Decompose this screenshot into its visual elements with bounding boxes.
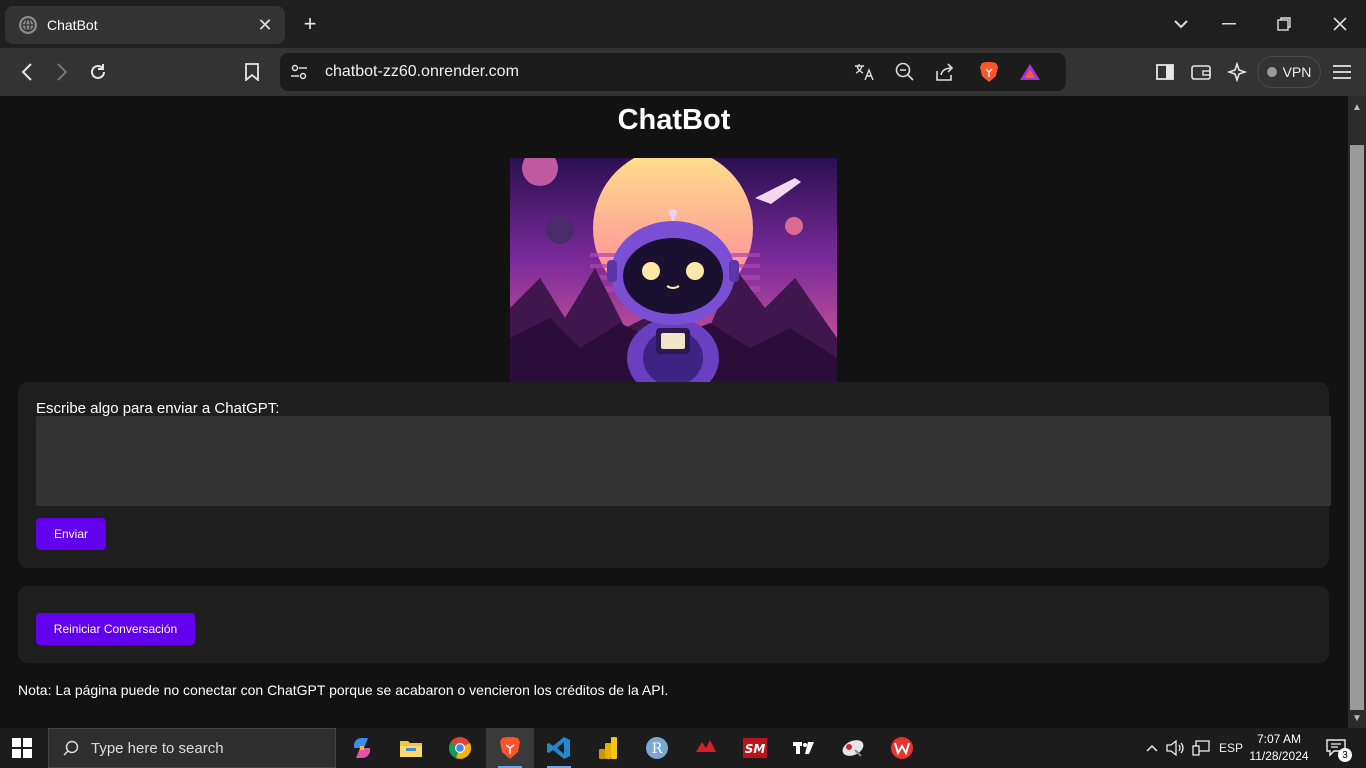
vpn-label: VPN xyxy=(1282,64,1312,80)
brave-rewards-icon[interactable] xyxy=(1018,60,1042,84)
volume-icon[interactable] xyxy=(1165,728,1185,768)
api-note: Nota: La página puede no conectar con Ch… xyxy=(18,682,669,698)
vpn-button[interactable]: VPN xyxy=(1257,56,1321,88)
scroll-up-icon[interactable]: ▲ xyxy=(1350,100,1364,114)
time: 7:07 AM xyxy=(1256,732,1302,746)
game-icon[interactable] xyxy=(682,728,730,768)
robot-hero-image xyxy=(510,158,837,382)
notifications-button[interactable]: 3 xyxy=(1318,728,1354,768)
forward-icon[interactable] xyxy=(50,60,74,84)
notification-count: 3 xyxy=(1338,748,1352,762)
tradingview-icon[interactable] xyxy=(780,728,828,768)
leo-ai-icon[interactable] xyxy=(1225,60,1249,84)
date: 11/28/2024 xyxy=(1249,749,1309,763)
network-icon[interactable] xyxy=(1190,728,1212,768)
windows-taskbar: Type here to search R SM ESP 7:07 AM 11/… xyxy=(0,728,1366,768)
svg-text:SM: SM xyxy=(745,742,766,756)
power-bi-icon[interactable] xyxy=(584,728,632,768)
brave-icon[interactable] xyxy=(486,728,534,768)
tab-strip: ChatBot ✕ + xyxy=(0,0,1366,48)
chrome-icon[interactable] xyxy=(436,728,484,768)
message-textarea[interactable] xyxy=(36,416,1331,506)
reset-conversation-button[interactable]: Reiniciar Conversación xyxy=(36,613,195,645)
send-button[interactable]: Enviar xyxy=(36,518,106,550)
globe-icon xyxy=(19,16,37,34)
url-text: chatbot-zz60.onrender.com xyxy=(325,63,519,80)
show-hidden-icons-chevron-icon[interactable] xyxy=(1143,728,1161,768)
tab-search-chevron-icon[interactable] xyxy=(1169,12,1193,36)
minimize-button[interactable] xyxy=(1217,12,1241,36)
restore-button[interactable] xyxy=(1272,12,1296,36)
scroll-down-icon[interactable]: ▼ xyxy=(1350,711,1364,725)
brave-shields-icon[interactable] xyxy=(977,60,1001,84)
message-form-card: Escribe algo para enviar a ChatGPT: Envi… xyxy=(18,382,1331,568)
language-indicator[interactable]: ESP xyxy=(1216,728,1246,768)
clock[interactable]: 7:07 AM 11/28/2024 xyxy=(1246,731,1312,765)
search-icon xyxy=(63,740,79,756)
bookmark-icon[interactable] xyxy=(240,60,264,84)
vpn-status-icon xyxy=(1266,67,1277,77)
zoom-out-icon[interactable] xyxy=(893,60,917,84)
sm-icon[interactable]: SM xyxy=(731,728,779,768)
back-icon[interactable] xyxy=(15,60,39,84)
new-tab-button[interactable]: + xyxy=(298,11,322,36)
page-title: ChatBot xyxy=(617,104,731,136)
reload-icon[interactable] xyxy=(86,60,110,84)
prompt-label: Escribe algo para enviar a ChatGPT: xyxy=(36,400,280,417)
close-window-button[interactable] xyxy=(1328,12,1352,36)
svg-text:R: R xyxy=(652,741,663,757)
site-settings-icon[interactable] xyxy=(287,60,311,84)
page-viewport: ChatBot Escribe algo para enviar a ChatG… xyxy=(0,96,1348,728)
wps-icon[interactable] xyxy=(878,728,926,768)
scroll-thumb[interactable] xyxy=(1350,145,1364,710)
reset-card: Reiniciar Conversación xyxy=(18,586,1329,663)
translate-icon[interactable] xyxy=(852,60,876,84)
vscode-icon[interactable] xyxy=(535,728,583,768)
sidebar-icon[interactable] xyxy=(1153,60,1177,84)
share-icon[interactable] xyxy=(933,60,957,84)
browser-tab[interactable]: ChatBot ✕ xyxy=(5,6,285,44)
close-tab-icon[interactable]: ✕ xyxy=(253,13,277,37)
tab-title: ChatBot xyxy=(47,17,98,33)
file-explorer-icon[interactable] xyxy=(387,728,435,768)
app-icon[interactable] xyxy=(829,728,877,768)
address-bar[interactable]: chatbot-zz60.onrender.com xyxy=(280,53,1066,91)
windows-start-icon[interactable] xyxy=(12,738,32,758)
taskbar-search[interactable]: Type here to search xyxy=(48,728,336,768)
menu-icon[interactable] xyxy=(1330,60,1354,84)
r-icon[interactable]: R xyxy=(633,728,681,768)
copilot-icon[interactable] xyxy=(338,728,386,768)
search-placeholder: Type here to search xyxy=(91,739,224,757)
wallet-icon[interactable] xyxy=(1189,60,1213,84)
